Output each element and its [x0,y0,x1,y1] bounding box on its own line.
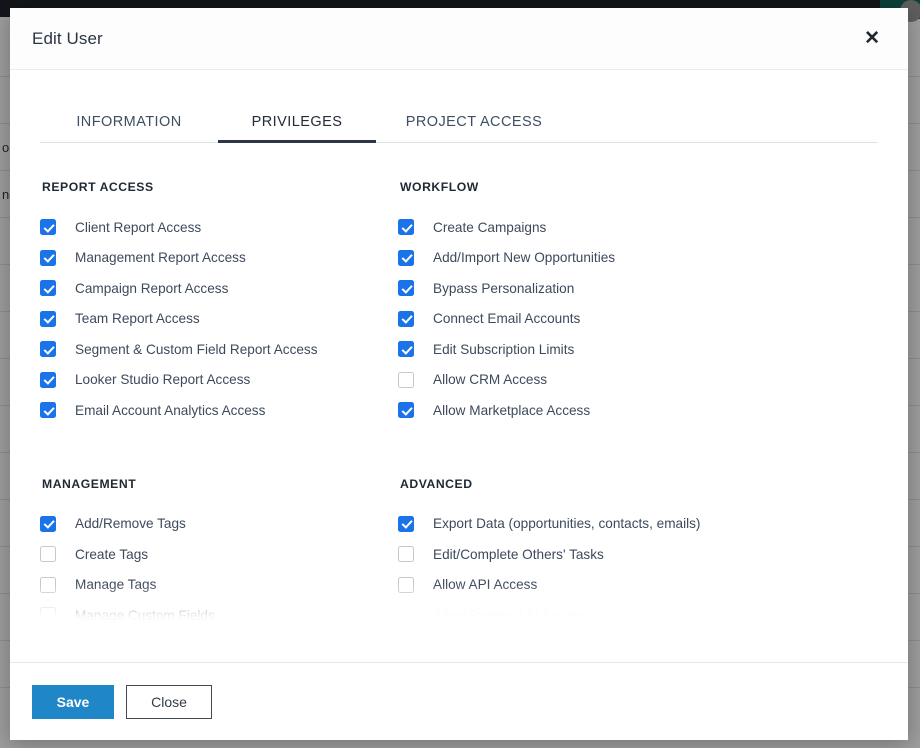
checkbox-checked-icon[interactable] [40,280,56,297]
privilege-item[interactable]: Add/Import New Opportunities [398,243,878,274]
privilege-label[interactable]: Edit Subscription Limits [433,342,574,357]
privilege-label[interactable]: Connect Email Accounts [433,311,580,326]
privilege-item[interactable]: Export Data (opportunities, contacts, em… [398,509,878,540]
privilege-item[interactable]: Management Report Access [40,243,398,274]
close-icon[interactable]: ✕ [858,25,886,52]
checkbox-checked-icon[interactable] [398,402,414,419]
privilege-item[interactable]: Create Campaigns [398,212,878,243]
privilege-label[interactable]: Campaign Report Access [75,281,228,296]
checkbox-unchecked-icon[interactable] [40,607,56,624]
tab-project-access[interactable]: PROJECT ACCESS [376,106,572,143]
privilege-label[interactable]: Segment & Custom Field Report Access [75,342,318,357]
checkbox-checked-icon[interactable] [40,249,56,266]
privilege-label[interactable]: Management Report Access [75,250,246,265]
privilege-item[interactable]: Team Report Access [40,304,398,335]
privilege-label[interactable]: Export Data (opportunities, contacts, em… [433,516,700,531]
privileges-grid: REPORT ACCESS Client Report Access Managem… [40,143,878,631]
checkbox-checked-icon[interactable] [40,371,56,388]
privilege-label[interactable]: Add/Import New Opportunities [433,250,615,265]
modal-body: INFORMATION PRIVILEGES PROJECT ACCESS RE… [10,70,908,662]
privilege-label[interactable]: Allow CRM Access [433,372,547,387]
modal-header: Edit User ✕ [10,8,908,70]
privilege-label[interactable]: Looker Studio Report Access [75,372,250,387]
privilege-label[interactable]: Manage Custom Fields [75,608,215,623]
modal-footer: Save Close [10,662,908,740]
privilege-label[interactable]: Allow Marketplace Access [433,403,590,418]
checkbox-unchecked-icon[interactable] [398,576,414,593]
page-title: Edit User [32,28,103,48]
privilege-item[interactable]: Looker Studio Report Access [40,365,398,396]
privilege-label[interactable]: Add/Remove Tags [75,516,186,531]
privilege-label[interactable]: Email Account Analytics Access [75,403,265,418]
checkbox-checked-icon[interactable] [40,515,56,532]
cancel-button[interactable]: Close [126,684,212,719]
checkbox-unchecked-icon[interactable] [40,576,56,593]
checkbox-checked-icon[interactable] [398,219,414,236]
section-title-management: MANAGEMENT [42,476,137,491]
privilege-item[interactable]: Edit/Complete Others' Tasks [398,539,878,570]
privilege-label[interactable]: Team Report Access [75,311,200,326]
checkbox-unchecked-icon[interactable] [398,607,414,624]
privilege-label[interactable]: Edit/Complete Others' Tasks [433,547,604,562]
privilege-item[interactable]: Allow Prospect AI Access [398,600,878,631]
checkbox-checked-icon[interactable] [398,310,414,327]
checkbox-checked-icon[interactable] [40,341,56,358]
privilege-section-advanced: ADVANCED Export Data (opportunities, cont… [398,426,878,631]
privilege-item[interactable]: Bypass Personalization [398,273,878,304]
tab-bar: INFORMATION PRIVILEGES PROJECT ACCESS [10,106,908,143]
tab-privileges[interactable]: PRIVILEGES [218,106,376,143]
privilege-item[interactable]: Add/Remove Tags [40,509,398,540]
privilege-item[interactable]: Segment & Custom Field Report Access [40,334,398,365]
privilege-item[interactable]: Manage Tags [40,570,398,601]
section-title-workflow: WORKFLOW [400,180,479,194]
privilege-section-workflow: WORKFLOW Create Campaigns Add/Import New O… [398,180,878,426]
privilege-label[interactable]: Create Campaigns [433,220,546,235]
privilege-item[interactable]: Campaign Report Access [40,273,398,304]
privilege-item[interactable]: Allow CRM Access [398,365,878,396]
checkbox-checked-icon[interactable] [40,310,56,327]
checkbox-checked-icon[interactable] [398,341,414,358]
checkbox-unchecked-icon[interactable] [398,546,414,563]
tab-privileges-label: PRIVILEGES [251,114,343,130]
privilege-section-report-access: REPORT ACCESS Client Report Access Managem… [40,180,398,426]
checkbox-checked-icon[interactable] [398,280,414,297]
privilege-item[interactable]: Client Report Access [40,212,398,243]
privilege-item[interactable]: Manage Custom Fields [40,600,398,631]
tab-project-access-label: PROJECT ACCESS [405,114,543,130]
privilege-label[interactable]: Allow API Access [433,577,537,592]
tab-information[interactable]: INFORMATION [40,106,218,143]
privilege-item[interactable]: Connect Email Accounts [398,304,878,335]
section-title-advanced: ADVANCED [400,476,473,491]
privilege-item[interactable]: Create Tags [40,539,398,570]
privilege-item[interactable]: Email Account Analytics Access [40,395,398,426]
privileges-scroll-area[interactable]: REPORT ACCESS Client Report Access Managem… [10,143,908,638]
tab-information-label: INFORMATION [76,114,182,130]
checkbox-checked-icon[interactable] [40,402,56,419]
checkbox-checked-icon[interactable] [40,219,56,236]
privilege-item[interactable]: Edit Subscription Limits [398,334,878,365]
privilege-label[interactable]: Bypass Personalization [433,281,574,296]
section-title-report-access: REPORT ACCESS [42,180,154,194]
privilege-label[interactable]: Client Report Access [75,220,201,235]
checkbox-checked-icon[interactable] [398,249,414,266]
privilege-section-management: MANAGEMENT Add/Remove Tags Create Tags Mana… [40,426,398,631]
privilege-label[interactable]: Create Tags [75,547,148,562]
save-button[interactable]: Save [32,684,114,719]
edit-user-modal: Edit User ✕ INFORMATION PRIVILEGES PROJE… [10,8,908,740]
checkbox-unchecked-icon[interactable] [40,546,56,563]
privilege-label[interactable]: Allow Prospect AI Access [433,608,586,623]
privilege-item[interactable]: Allow Marketplace Access [398,395,878,426]
checkbox-unchecked-icon[interactable] [398,371,414,388]
privilege-label[interactable]: Manage Tags [75,577,156,592]
privilege-item[interactable]: Allow API Access [398,570,878,601]
checkbox-checked-icon[interactable] [398,515,414,532]
